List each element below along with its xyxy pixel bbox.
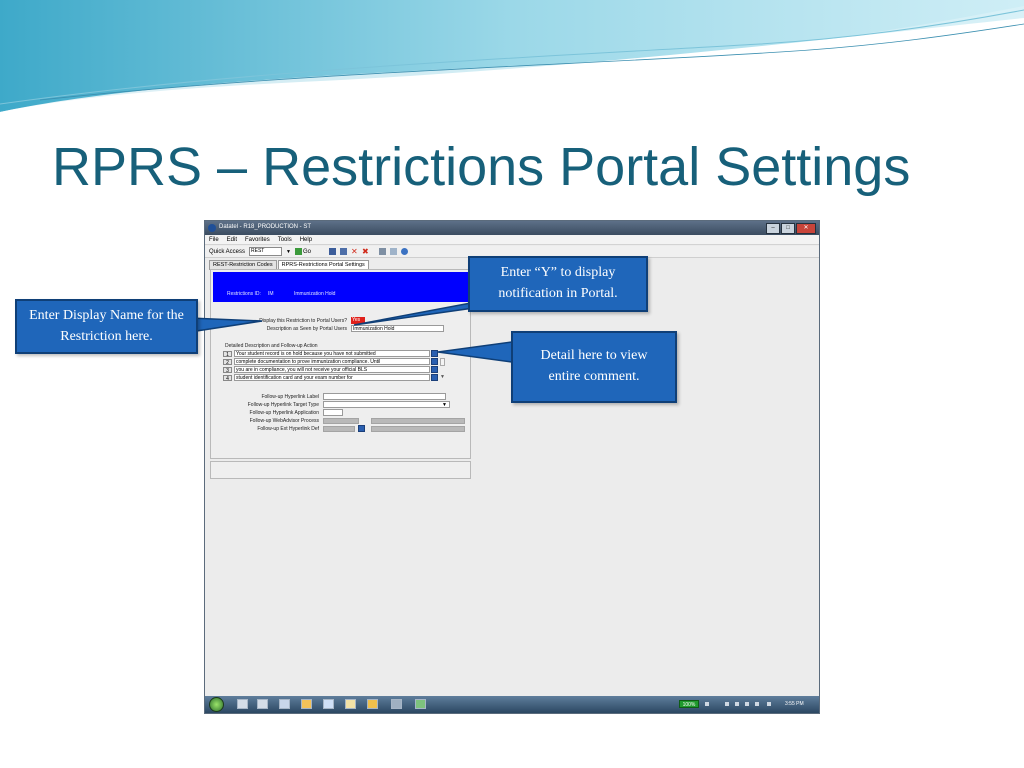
hyperlink-label-field[interactable] xyxy=(323,393,446,400)
restriction-header: Restrictions ID: IM Immunization Hold xyxy=(213,272,468,302)
menu-bar: File Edit Favorites Tools Help xyxy=(205,235,819,245)
tray-icon[interactable] xyxy=(755,702,759,706)
cancel-icon[interactable]: ✕ xyxy=(351,248,358,256)
window-title: Datatel - R18_PRODUCTION - ST xyxy=(219,224,312,230)
portal-description-field[interactable]: Immunization Hold xyxy=(351,325,444,332)
system-clock: 3:55 PM xyxy=(785,701,804,707)
tray-icon[interactable] xyxy=(725,702,729,706)
folder-icon[interactable] xyxy=(345,699,356,709)
tray-icon[interactable] xyxy=(705,702,709,706)
menu-edit[interactable]: Edit xyxy=(227,237,237,243)
minimize-button[interactable]: – xyxy=(766,223,780,234)
restriction-id-label: Restrictions ID: xyxy=(227,291,261,297)
ie-icon[interactable] xyxy=(237,699,248,709)
scroll-down-icon[interactable]: ▼ xyxy=(440,374,445,380)
detail-row-text[interactable]: you are in compliance, you will not rece… xyxy=(234,366,430,373)
detail-expand-icon[interactable] xyxy=(431,350,438,357)
detail-expand-icon[interactable] xyxy=(431,358,438,365)
tools-icon[interactable] xyxy=(378,248,386,255)
hyperlink-app-field[interactable] xyxy=(323,409,343,416)
restriction-code: IM xyxy=(268,291,274,297)
datatel-app-icon xyxy=(208,224,216,232)
quick-access-input[interactable]: REST xyxy=(249,247,283,256)
callout-enter-y: Enter “Y” to display notification in Por… xyxy=(468,256,648,312)
help-icon[interactable] xyxy=(400,248,408,255)
slide-title: RPRS – Restrictions Portal Settings xyxy=(52,137,911,197)
ext-hyperlink-detail-icon[interactable] xyxy=(358,425,365,432)
maximize-button[interactable]: □ xyxy=(781,223,795,234)
cancel-all-icon[interactable]: ✖ xyxy=(362,248,369,256)
network-icon[interactable] xyxy=(391,699,402,709)
menu-file[interactable]: File xyxy=(209,237,219,243)
quick-access-dropdown-icon[interactable]: ▼ xyxy=(286,249,291,255)
display-restriction-field[interactable]: Yes xyxy=(351,317,365,324)
webadvisor-process-field xyxy=(323,418,359,424)
hyperlink-app-label: Follow-up Hyperlink Application xyxy=(249,410,319,416)
outlook-icon[interactable] xyxy=(301,699,312,709)
tray-icon[interactable] xyxy=(735,702,739,706)
menu-favorites[interactable]: Favorites xyxy=(245,237,270,243)
chevron-down-icon[interactable]: ▼ xyxy=(442,402,447,408)
webadvisor-process-desc xyxy=(371,418,465,424)
form-panel: Restrictions ID: IM Immunization Hold Di… xyxy=(210,269,471,459)
hyperlink-target-select[interactable] xyxy=(323,401,450,408)
menu-tools[interactable]: Tools xyxy=(278,237,292,243)
detail-row-number: 3 xyxy=(223,367,232,374)
window-controls: – □ ✕ xyxy=(766,223,816,234)
detail-row-text[interactable]: student identification card and your exa… xyxy=(234,374,430,381)
menu-help[interactable]: Help xyxy=(300,237,312,243)
window-titlebar: Datatel - R18_PRODUCTION - ST – □ ✕ xyxy=(205,221,819,235)
ext-hyperlink-field xyxy=(323,426,355,432)
ext-hyperlink-desc xyxy=(371,426,465,432)
restriction-description: Immunization Hold xyxy=(294,291,336,297)
start-button[interactable] xyxy=(209,697,224,712)
ext-hyperlink-label: Follow-up Ext Hyperlink Def xyxy=(257,426,319,432)
callout-detail: Detail here to view entire comment. xyxy=(511,331,677,403)
excel-icon[interactable] xyxy=(415,699,426,709)
close-button[interactable]: ✕ xyxy=(796,223,816,234)
webadvisor-process-label: Follow-up WebAdvisor Process xyxy=(249,418,319,424)
portal-description-label: Description as Seen by Portal Users xyxy=(266,326,347,332)
app-icon[interactable] xyxy=(367,699,378,709)
go-button[interactable]: Go xyxy=(294,248,311,255)
go-label: Go xyxy=(302,248,311,255)
detail-section-label: Detailed Description and Follow-up Actio… xyxy=(225,343,318,349)
media-icon[interactable] xyxy=(257,699,268,709)
go-icon xyxy=(294,248,302,255)
detail-expand-icon[interactable] xyxy=(431,366,438,373)
hyperlink-label-label: Follow-up Hyperlink Label xyxy=(261,394,319,400)
detail-row-number: 1 xyxy=(223,351,232,358)
lower-panel xyxy=(210,461,471,479)
volume-icon[interactable] xyxy=(767,702,771,706)
battery-indicator: 100% xyxy=(679,700,699,708)
tray-icon[interactable] xyxy=(745,702,749,706)
detail-row-number: 4 xyxy=(223,375,232,382)
save-icon[interactable] xyxy=(328,248,336,255)
detail-expand-icon[interactable] xyxy=(431,374,438,381)
detail-scrollbar[interactable] xyxy=(440,358,445,366)
hyperlink-target-label: Follow-up Hyperlink Target Type xyxy=(247,402,319,408)
window-icon[interactable] xyxy=(389,248,397,255)
display-restriction-label: Display this Restriction to Portal Users… xyxy=(259,318,347,324)
datatel-taskbar-icon[interactable] xyxy=(279,699,290,709)
callout-display-name: Enter Display Name for the Restriction h… xyxy=(15,299,198,354)
word-icon[interactable] xyxy=(323,699,334,709)
detail-row-text[interactable]: complete documentation to prove immuniza… xyxy=(234,358,430,365)
detail-row-text[interactable]: Your student record is on hold because y… xyxy=(234,350,430,357)
windows-taskbar: 100% 3:55 PM xyxy=(205,696,819,713)
save-all-icon[interactable] xyxy=(339,248,347,255)
quick-access-label: Quick Access xyxy=(209,248,246,255)
header-swoosh-decoration xyxy=(0,0,1024,118)
detail-row-number: 2 xyxy=(223,359,232,366)
